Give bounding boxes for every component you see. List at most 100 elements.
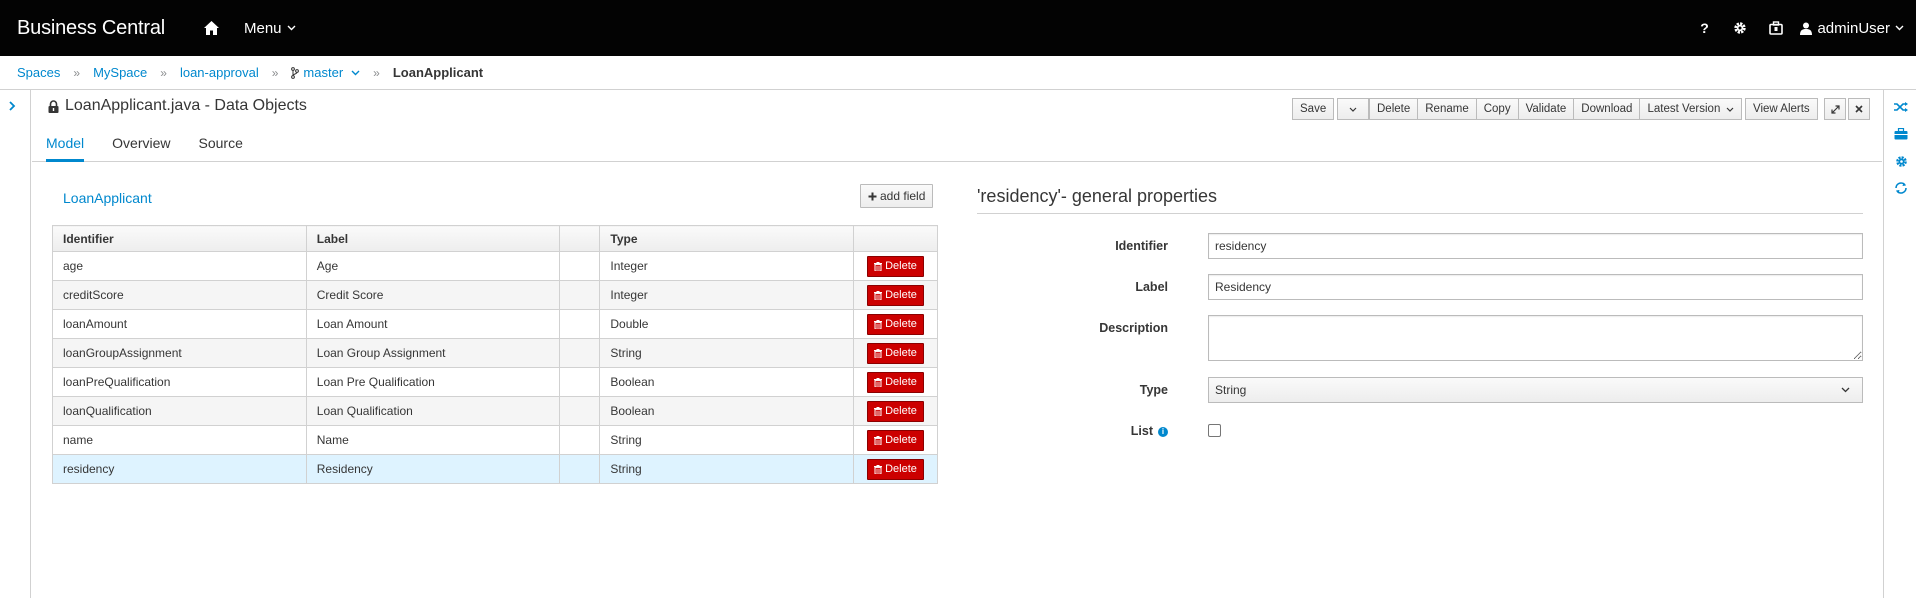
delete-field-button[interactable]: Delete (867, 371, 924, 393)
home-icon[interactable] (202, 18, 222, 38)
tab-source[interactable]: Source (185, 127, 257, 161)
cell-blank (559, 280, 601, 310)
description-label: Description (1099, 321, 1168, 335)
table-header-row: Identifier Label Type (52, 225, 939, 252)
cell-identifier: residency (52, 454, 307, 484)
trash-icon (874, 348, 883, 358)
help-label: ? (1700, 20, 1709, 36)
expand-panel-icon[interactable] (8, 100, 16, 115)
tasks-briefcase-icon[interactable] (1758, 0, 1794, 56)
copy-button[interactable]: Copy (1475, 98, 1519, 120)
cell-label: Residency (305, 454, 561, 484)
delete-file-button[interactable]: Delete (1369, 98, 1419, 120)
table-row[interactable]: loanGroupAssignment Loan Group Assignment… (52, 338, 939, 368)
rename-button[interactable]: Rename (1417, 98, 1477, 120)
column-header-type[interactable]: Type (599, 225, 854, 252)
delete-field-label: Delete (885, 318, 917, 330)
lock-icon (48, 99, 59, 113)
shuffle-icon[interactable] (1893, 99, 1909, 115)
list-checkbox[interactable] (1208, 424, 1221, 437)
left-panel-rail (0, 90, 31, 598)
table-row[interactable]: name Name String Delete (52, 425, 939, 455)
list-label-wrap: List i (975, 424, 1168, 438)
save-button-group: Save (1292, 98, 1370, 120)
refresh-sync-icon[interactable] (1893, 180, 1909, 196)
save-options-dropdown[interactable] (1337, 98, 1370, 120)
cell-type: Integer (599, 251, 854, 281)
cell-identifier: age (52, 251, 307, 281)
cell-actions: Delete (852, 367, 939, 397)
table-row[interactable]: residency Residency String Delete (52, 454, 939, 484)
table-row[interactable]: loanPreQualification Loan Pre Qualificati… (52, 367, 939, 397)
brand-title[interactable]: Business Central (17, 17, 165, 40)
branch-selector[interactable]: master (291, 65, 360, 80)
data-object-name-link[interactable]: LoanApplicant (63, 190, 152, 206)
delete-field-label: Delete (885, 260, 917, 272)
list-label: List (1130, 424, 1153, 438)
tab-model[interactable]: Model (32, 127, 98, 162)
delete-field-label: Delete (885, 376, 917, 388)
description-textarea[interactable] (1208, 315, 1863, 361)
delete-field-button[interactable]: Delete (867, 313, 924, 335)
maximize-icon[interactable] (1824, 98, 1846, 120)
view-alerts-button[interactable]: View Alerts (1745, 98, 1818, 120)
cell-label: Loan Group Assignment (305, 338, 561, 368)
cell-blank (559, 396, 601, 426)
latest-version-dropdown[interactable]: Latest Version (1639, 98, 1743, 120)
help-icon[interactable]: ? (1686, 0, 1722, 56)
breadcrumb-separator: » (271, 65, 279, 80)
chevron-down-icon (1349, 107, 1357, 112)
tab-overview[interactable]: Overview (98, 127, 184, 161)
user-menu[interactable]: adminUser (1800, 20, 1904, 37)
delete-field-button[interactable]: Delete (867, 255, 924, 277)
save-button[interactable]: Save (1292, 98, 1335, 120)
delete-field-button[interactable]: Delete (867, 429, 924, 451)
info-icon[interactable]: i (1158, 426, 1168, 437)
breadcrumb-space[interactable]: MySpace (93, 65, 147, 80)
gear-icon[interactable] (1722, 0, 1758, 56)
editor-title: LoanApplicant.java - Data Objects (48, 97, 307, 115)
cell-label: Loan Pre Qualification (305, 367, 561, 397)
menu-dropdown[interactable]: Menu (244, 20, 296, 37)
type-select[interactable]: String (1208, 377, 1863, 403)
column-header-label[interactable]: Label (305, 225, 561, 252)
cell-type: String (599, 338, 854, 368)
cell-label: Loan Amount (305, 309, 561, 339)
user-name: adminUser (1817, 19, 1890, 37)
settings-gear-icon[interactable] (1893, 153, 1909, 169)
cell-type: String (599, 425, 854, 455)
editor-title-text: LoanApplicant.java - Data Objects (65, 97, 307, 114)
chevron-down-icon (1726, 107, 1734, 112)
delete-field-button[interactable]: Delete (867, 400, 924, 422)
delete-field-label: Delete (885, 289, 917, 301)
breadcrumb-spaces[interactable]: Spaces (17, 65, 60, 80)
table-row[interactable]: creditScore Credit Score Integer Delete (52, 280, 939, 310)
trash-icon (874, 290, 883, 300)
validate-button[interactable]: Validate (1517, 98, 1575, 120)
table-row[interactable]: loanQualification Loan Qualification Boole… (52, 396, 939, 426)
breadcrumb-project[interactable]: loan-approval (180, 65, 259, 80)
delete-field-label: Delete (885, 405, 917, 417)
briefcase-icon[interactable] (1893, 126, 1909, 142)
table-row[interactable]: age Age Integer Delete (52, 251, 939, 281)
add-field-button[interactable]: add field (860, 184, 934, 208)
cell-identifier: loanGroupAssignment (52, 338, 307, 368)
delete-field-button[interactable]: Delete (867, 342, 924, 364)
window-controls-group (1824, 98, 1870, 120)
table-row[interactable]: loanAmount Loan Amount Double Delete (52, 309, 939, 339)
identifier-input[interactable] (1208, 233, 1863, 259)
cell-type: Double (599, 309, 854, 339)
cell-blank (559, 425, 601, 455)
label-input[interactable] (1208, 274, 1863, 300)
close-icon[interactable] (1848, 98, 1870, 120)
delete-field-button[interactable]: Delete (867, 284, 924, 306)
delete-field-label: Delete (885, 434, 917, 446)
trash-icon (874, 406, 883, 416)
cell-blank (559, 367, 601, 397)
download-button[interactable]: Download (1573, 98, 1641, 120)
cell-actions: Delete (852, 280, 939, 310)
cell-identifier: creditScore (52, 280, 307, 310)
column-header-identifier[interactable]: Identifier (52, 225, 307, 252)
delete-field-button[interactable]: Delete (867, 458, 924, 480)
trash-icon (874, 319, 883, 329)
